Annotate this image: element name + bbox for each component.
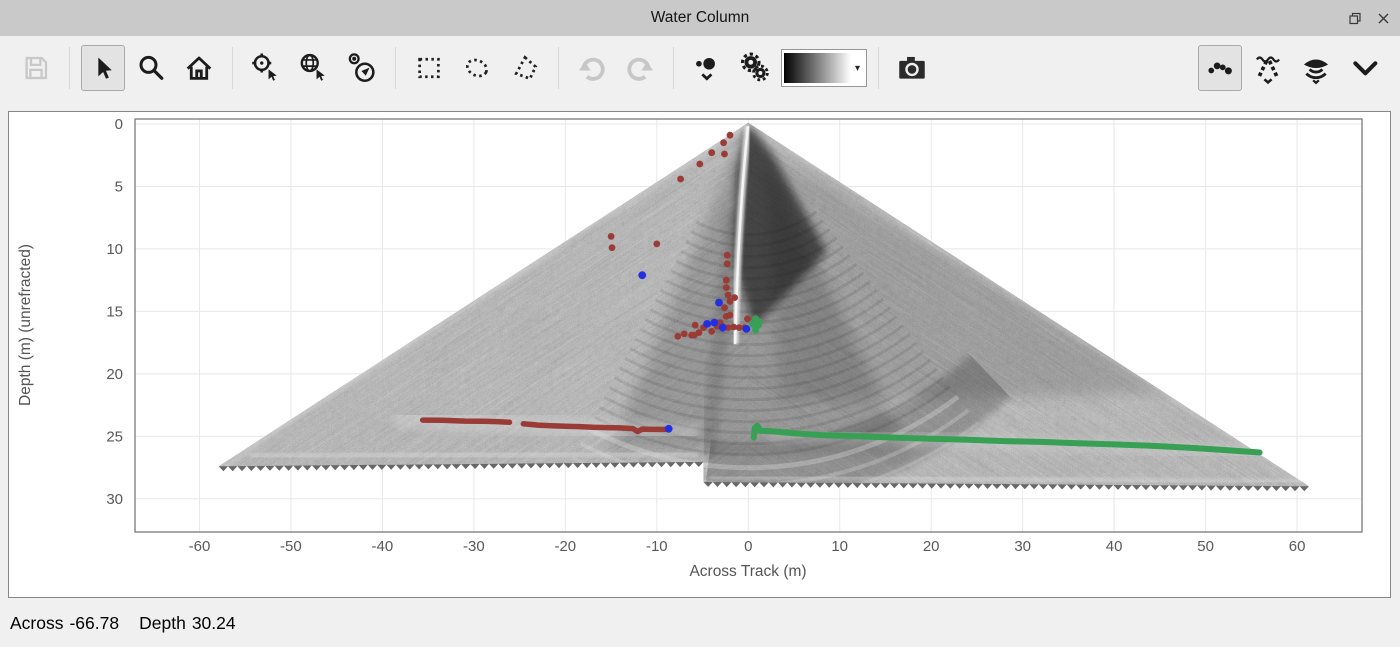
dashed-ellipse-icon [462,53,492,83]
points-view-button[interactable] [1198,45,1242,91]
y-tick-label: 30 [106,491,123,508]
float-window-icon [1347,10,1363,26]
home-view-button[interactable] [177,45,221,91]
close-icon [1376,11,1391,26]
undo-button[interactable] [570,45,614,91]
x-tick-label: -20 [554,538,576,555]
x-axis-title: Across Track (m) [689,563,806,580]
water-column-fan-image [9,112,1390,597]
x-tick-label: -50 [280,538,302,555]
pick-point-button[interactable] [244,45,288,91]
point-display-options-button[interactable] [685,45,729,91]
status-depth-value: 30.24 [192,613,236,634]
status-across-value: -66.78 [69,613,119,634]
x-tick-label: 40 [1106,538,1123,555]
y-tick-label: 25 [106,428,123,445]
x-tick-label: 50 [1197,538,1214,555]
beams-view-button[interactable] [1246,45,1290,91]
select-polygon-button[interactable] [503,45,547,91]
x-tick-label: -60 [189,538,211,555]
y-tick-label: 10 [106,241,123,258]
select-ellipse-button[interactable] [455,45,499,91]
expand-toolbar-button[interactable] [1342,45,1386,91]
save-button[interactable] [14,45,58,91]
x-tick-label: 10 [831,538,848,555]
colormap-dropdown-arrow-icon[interactable]: ▾ [851,63,864,74]
dashed-rectangle-icon [414,53,444,83]
y-tick-label: 15 [106,303,123,320]
beams-dropdown-icon [1251,51,1285,85]
y-tick-label: 20 [106,366,123,383]
camera-icon [895,51,929,85]
cursor-arrow-icon [89,54,117,82]
point-size-dropdown-icon [690,51,724,85]
toolbar-separator [878,47,879,89]
redo-icon [623,51,657,85]
water-column-plot[interactable]: -60 -50 -40 -30 -20 -10 0 10 20 30 40 50 60 0 5 10 15 20 2… [9,112,1390,597]
toolbar-separator [232,47,233,89]
settings-button[interactable] [733,45,777,91]
window-title-bar[interactable]: Water Column [0,0,1400,36]
crosshair-pick-icon [249,51,283,85]
select-cursor-button[interactable] [81,45,125,91]
gears-icon [738,51,772,85]
x-tick-label: -40 [372,538,394,555]
y-axis-title: Depth (m) (unrefracted) [17,244,34,406]
home-icon [183,52,215,84]
close-window-button[interactable] [1374,9,1392,27]
scatter-points-icon [1205,53,1235,83]
select-rectangle-button[interactable] [407,45,451,91]
x-tick-label: 30 [1014,538,1031,555]
toolbar-separator [69,47,70,89]
colormap-gradient [784,53,851,83]
status-bar: Across -66.78 Depth 30.24 [0,599,1400,647]
water-column-view-panel: -60 -50 -40 -30 -20 -10 0 10 20 30 40 50 60 0 5 10 15 20 2… [8,111,1391,598]
x-tick-label: -30 [463,538,485,555]
pick-geo-button[interactable] [292,45,336,91]
x-tick-label: 20 [923,538,940,555]
magnifier-icon [136,53,166,83]
x-tick-label: -10 [646,538,668,555]
toolbar-separator [673,47,674,89]
swath-arcs-dropdown-icon [1299,51,1333,85]
x-tick-label: 60 [1289,538,1306,555]
float-window-button[interactable] [1346,9,1364,27]
x-tick-label: 0 [744,538,752,555]
save-icon [21,53,51,83]
window-controls [1346,0,1392,36]
globe-pick-icon [297,51,331,85]
compass-pick-icon [345,51,379,85]
colormap-selector[interactable]: ▾ [781,49,867,87]
zoom-button[interactable] [129,45,173,91]
pick-compass-button[interactable] [340,45,384,91]
status-depth-label: Depth [139,613,186,634]
chevron-down-icon [1348,52,1380,84]
y-tick-label: 0 [115,116,123,133]
seafloor-track-port-a [423,420,510,422]
swath-view-button[interactable] [1294,45,1338,91]
snapshot-button[interactable] [890,45,934,91]
dashed-polygon-icon [510,53,540,83]
toolbar-separator [558,47,559,89]
y-tick-label: 5 [115,179,123,196]
redo-button[interactable] [618,45,662,91]
toolbar-separator [395,47,396,89]
status-across-label: Across [10,613,63,634]
toolbar: ▾ [0,36,1400,100]
window-title: Water Column [651,9,749,27]
undo-icon [575,51,609,85]
